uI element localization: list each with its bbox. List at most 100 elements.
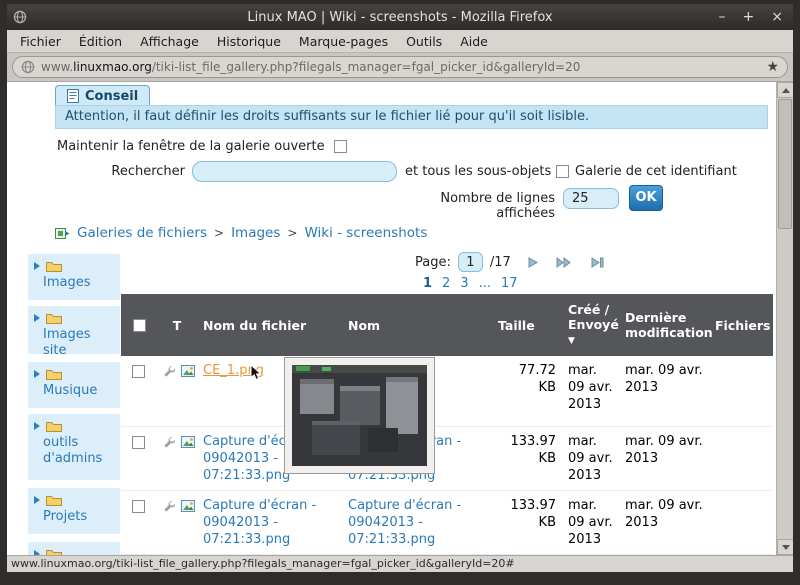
sidebar-item-musique[interactable]: Musique — [28, 362, 120, 408]
expand-arrow-icon[interactable] — [34, 550, 40, 556]
rows-per-page-label: Nombre de lignes affichées — [385, 191, 555, 221]
breadcrumb-images-link[interactable]: Images — [231, 225, 280, 241]
sidebar-item-label[interactable]: Images — [34, 272, 115, 291]
row-checkbox[interactable] — [132, 365, 145, 378]
page-label: Page: — [415, 255, 451, 270]
image-file-icon — [181, 365, 195, 377]
menu-fichier[interactable]: Fichier — [11, 34, 70, 49]
scrollbar-thumb[interactable] — [778, 99, 792, 229]
column-header-name[interactable]: Nom — [342, 294, 492, 356]
expand-arrow-icon[interactable] — [34, 370, 40, 378]
file-files-cell — [709, 356, 773, 426]
wrench-icon[interactable] — [163, 365, 176, 378]
last-page-button[interactable] — [590, 256, 604, 269]
breadcrumb-separator: > — [214, 226, 224, 240]
folder-icon — [46, 368, 62, 380]
row-checkbox[interactable] — [132, 500, 145, 513]
pagination-controls: Page: /17 — [415, 252, 604, 272]
expand-arrow-icon[interactable] — [34, 496, 40, 504]
file-size-cell: 133.97 KB — [492, 491, 562, 554]
sidebar-item-label[interactable]: Musique — [34, 380, 115, 399]
sidebar-item-label[interactable]: Projets — [34, 506, 115, 525]
breadcrumb-separator: > — [287, 226, 297, 240]
url-text: www.linuxmao.org/tiki-list_file_gallery.… — [41, 60, 760, 74]
file-modified-cell: mar. 09 avr. 2013 — [619, 491, 709, 554]
column-header-type[interactable]: T — [157, 294, 197, 356]
page-number-input[interactable] — [458, 252, 483, 272]
page-total: /17 — [490, 255, 511, 270]
ok-button[interactable]: OK — [629, 185, 663, 211]
sidebar-item-images[interactable]: Images — [28, 254, 120, 300]
file-size-cell: 77.72 KB — [492, 356, 562, 426]
rows-per-page-input[interactable] — [563, 188, 619, 209]
page-link-1[interactable]: 1 — [423, 276, 432, 291]
file-name-link[interactable]: Capture d'écran - 09042013 - 07:21:33.pn… — [348, 498, 461, 547]
breadcrumb-current-link[interactable]: Wiki - screenshots — [304, 225, 427, 241]
breadcrumb-root-link[interactable]: Galeries de fichiers — [77, 225, 207, 241]
expand-arrow-icon[interactable] — [34, 314, 40, 322]
page-link-2[interactable]: 2 — [442, 276, 450, 291]
menu-historique[interactable]: Historique — [208, 34, 290, 49]
wrench-icon[interactable] — [163, 500, 176, 513]
file-files-cell — [709, 491, 773, 554]
sidebar-item-partial[interactable] — [28, 542, 120, 555]
column-header-modified[interactable]: Dernière modification — [619, 294, 709, 356]
search-input[interactable] — [192, 161, 397, 182]
page-number-links: 1 2 3 ... 17 — [423, 276, 518, 291]
subobjects-checkbox[interactable] — [556, 165, 569, 178]
page-link-3[interactable]: 3 — [460, 276, 468, 291]
sidebar-item-images-site[interactable]: Images site — [28, 306, 120, 354]
folder-icon — [46, 312, 62, 324]
sidebar-item-projets[interactable]: Projets — [28, 488, 120, 534]
breadcrumb: Galeries de fichiers > Images > Wiki - s… — [55, 225, 427, 241]
navigation-bar: www.linuxmao.org/tiki-list_file_gallery.… — [7, 53, 793, 82]
menu-affichage[interactable]: Affichage — [131, 34, 208, 49]
maximize-button[interactable]: + — [743, 9, 755, 25]
keep-open-checkbox[interactable] — [334, 140, 347, 153]
file-created-cell: mar. 09 avr. 2013 — [562, 356, 619, 426]
expand-arrow-icon[interactable] — [34, 422, 40, 430]
url-bar[interactable]: www.linuxmao.org/tiki-list_file_gallery.… — [12, 56, 788, 78]
menu-aide[interactable]: Aide — [451, 34, 497, 49]
file-created-cell: mar. 09 avr. 2013 — [562, 427, 619, 490]
window-icon — [13, 10, 27, 24]
column-header-size[interactable]: Taille — [492, 294, 562, 356]
vertical-scrollbar[interactable] — [776, 82, 793, 555]
table-header: T Nom du fichier Nom Taille Créé / Envoy… — [121, 294, 773, 356]
gallery-identifier-label: Galerie de cet identifiant — [575, 164, 737, 179]
column-header-files[interactable]: Fichiers — [709, 294, 773, 356]
mouse-cursor-icon — [250, 364, 262, 386]
sidebar-item-label[interactable]: Images site — [34, 324, 115, 354]
wrench-icon[interactable] — [163, 436, 176, 449]
galleries-icon — [55, 227, 70, 240]
expand-arrow-icon[interactable] — [34, 262, 40, 270]
menu-edition[interactable]: Édition — [70, 34, 131, 49]
sidebar-item-outils-admins[interactable]: outils d'admins — [28, 414, 120, 480]
scroll-down-button[interactable] — [777, 539, 793, 555]
column-header-created[interactable]: Créé / Envoyé ▼ — [562, 294, 619, 356]
file-created-cell: mar. 09 avr. 2013 — [562, 491, 619, 554]
sidebar-item-label[interactable]: outils d'admins — [34, 432, 115, 467]
minimize-button[interactable]: – — [719, 9, 726, 25]
menubar: Fichier Édition Affichage Historique Mar… — [7, 30, 793, 53]
file-size-cell: 133.97 KB — [492, 427, 562, 490]
row-checkbox[interactable] — [132, 436, 145, 449]
url-path: /tiki-list_file_gallery.php?filegals_man… — [152, 60, 581, 74]
page-link-17[interactable]: 17 — [501, 276, 518, 291]
table-row: CE_1.png 77.72 KB mar. 09 avr. 2013 mar.… — [121, 356, 773, 427]
conseil-tab[interactable]: Conseil — [55, 85, 150, 106]
close-button[interactable]: × — [771, 9, 783, 25]
fast-forward-button[interactable] — [556, 256, 571, 269]
file-link[interactable]: Capture d'écran - 09042013 - 07:21:33.pn… — [203, 498, 316, 547]
bookmark-star-icon[interactable]: ★ — [766, 60, 779, 74]
next-page-button[interactable] — [526, 256, 539, 269]
select-all-checkbox[interactable] — [133, 319, 146, 332]
table-row: Capture d'écran - 09042013 - 07:21:33.pn… — [121, 427, 773, 491]
titlebar: Linux MAO | Wiki - screenshots - Mozilla… — [7, 4, 793, 30]
menu-outils[interactable]: Outils — [397, 34, 451, 49]
table-row: Capture d'écran - 09042013 - 07:21:33.pn… — [121, 491, 773, 555]
menu-marque-pages[interactable]: Marque-pages — [290, 34, 397, 49]
scroll-up-button[interactable] — [777, 82, 793, 98]
column-header-filename[interactable]: Nom du fichier — [197, 294, 342, 356]
notice-banner: Attention, il faut définir les droits su… — [55, 105, 768, 129]
